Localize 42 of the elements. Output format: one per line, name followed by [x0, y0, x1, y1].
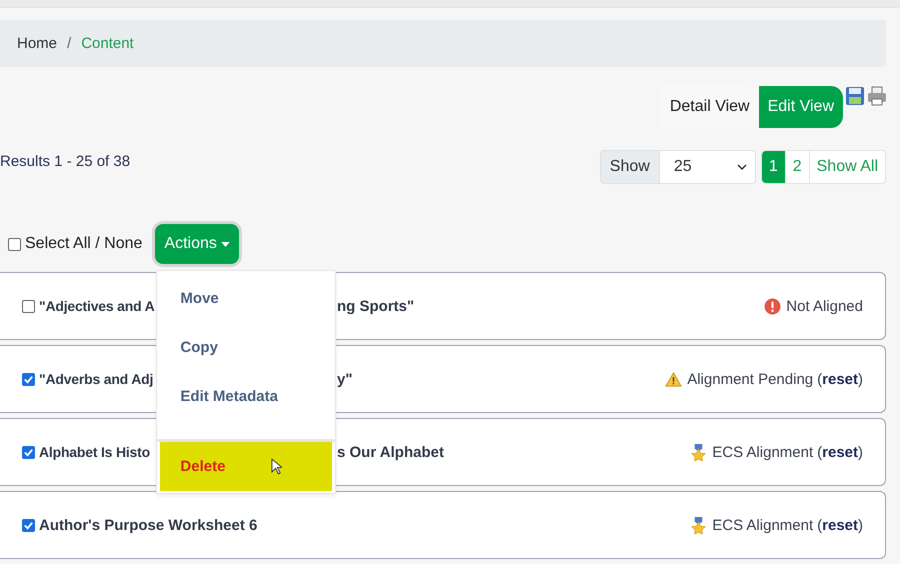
error-icon [764, 298, 782, 314]
status-label: ECS Alignment (reset) [712, 444, 863, 460]
show-label: Show [600, 150, 660, 184]
checkbox[interactable] [22, 518, 35, 532]
checkbox[interactable] [8, 238, 21, 250]
reset-link[interactable]: reset [822, 444, 858, 460]
row-title: ng Sports" [337, 298, 414, 314]
actions-button[interactable]: Actions [155, 224, 239, 264]
row-title: Alphabet Is Histo [39, 444, 151, 460]
results-count: Results 1 - 25 of 38 [0, 153, 130, 170]
page-link[interactable]: 2 [784, 151, 809, 183]
save-icon[interactable] [845, 86, 865, 106]
breadcrumb-link[interactable]: Home [17, 35, 58, 52]
checkbox[interactable] [22, 372, 35, 386]
menu-item[interactable]: Edit Metadata [157, 372, 336, 421]
page-link[interactable]: 1 [762, 151, 785, 183]
warning-icon [665, 370, 682, 388]
row-title: Author's Purpose Worksheet 6 [39, 516, 258, 534]
medal-icon [690, 444, 708, 460]
row-title: s Our Alphabet [337, 444, 444, 460]
menu-item[interactable]: Delete [160, 442, 332, 491]
menu-item[interactable]: Move [157, 274, 336, 323]
row-title: "Adverbs and Adj [39, 371, 154, 387]
status-label: Alignment Pending (reset) [687, 370, 863, 388]
page-link[interactable]: Show All [808, 151, 885, 183]
medal-icon [690, 516, 708, 534]
chevron-icon [736, 164, 747, 170]
checkbox[interactable] [22, 446, 35, 458]
menu-item[interactable]: Copy [157, 323, 336, 372]
view-tab[interactable]: Edit View [758, 86, 843, 128]
per-page-select[interactable]: 25 [660, 150, 756, 184]
reset-link[interactable]: reset [822, 516, 858, 534]
print-icon[interactable] [867, 86, 887, 106]
status-label: Not Aligned [786, 298, 863, 314]
cursor-icon [271, 458, 282, 475]
caret-icon [220, 242, 230, 246]
status-label: ECS Alignment (reset) [712, 516, 863, 534]
checkbox[interactable] [22, 300, 35, 312]
row-title: y" [337, 370, 352, 388]
breadcrumb-separator: / [67, 35, 72, 52]
select-all-label: Select All / None [25, 235, 142, 253]
reset-link[interactable]: reset [822, 370, 858, 388]
